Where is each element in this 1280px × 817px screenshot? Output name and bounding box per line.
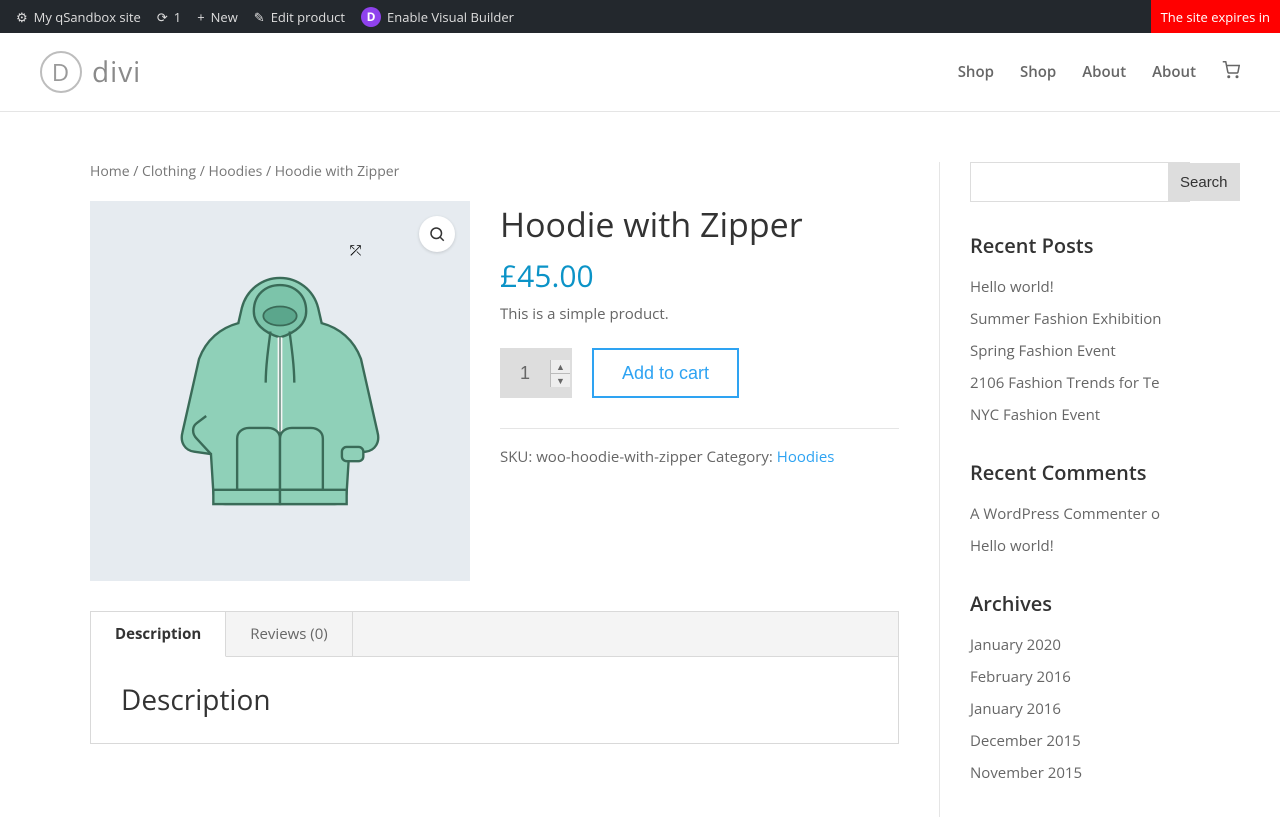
main-nav: Shop Shop About About — [958, 61, 1240, 84]
list-item[interactable]: NYC Fashion Event — [970, 399, 1190, 431]
product-short-desc: This is a simple product. — [500, 304, 899, 324]
zoom-button[interactable] — [419, 216, 455, 252]
product-price: £45.00 — [500, 255, 899, 296]
expire-notice[interactable]: The site expires in — [1151, 0, 1280, 33]
product-meta: SKU: woo-hoodie-with-zipper Category: Ho… — [500, 428, 899, 467]
category-link[interactable]: Hoodies — [777, 447, 835, 467]
list-item[interactable]: Spring Fashion Event — [970, 335, 1190, 367]
nav-about-2[interactable]: About — [1152, 62, 1196, 82]
plus-icon: + — [197, 8, 204, 26]
product-image[interactable]: ⤱ — [90, 201, 470, 581]
admin-edit-product[interactable]: ✎ Edit product — [246, 0, 353, 33]
site-header: D divi Shop Shop About About — [0, 33, 1280, 112]
hoodie-illustration — [160, 266, 400, 516]
tab-panel-description: Description — [91, 657, 898, 743]
admin-new[interactable]: + New — [189, 0, 246, 33]
search-input[interactable] — [971, 163, 1168, 201]
admin-vb-label: Enable Visual Builder — [387, 8, 514, 26]
admin-new-label: New — [211, 8, 238, 26]
admin-visual-builder[interactable]: D Enable Visual Builder — [353, 0, 522, 33]
add-to-cart-button[interactable]: Add to cart — [592, 348, 739, 398]
tab-reviews[interactable]: Reviews (0) — [226, 612, 352, 656]
list-item[interactable]: Summer Fashion Exhibition — [970, 303, 1190, 335]
site-logo[interactable]: D divi — [40, 51, 141, 93]
list-item[interactable]: February 2016 — [970, 661, 1190, 693]
recent-posts-list: Hello world! Summer Fashion Exhibition S… — [970, 271, 1190, 431]
admin-site-name: My qSandbox site — [34, 8, 141, 26]
recent-comments-list: A WordPress Commenter o Hello world! — [970, 498, 1190, 562]
breadcrumb-current: Hoodie with Zipper — [275, 162, 400, 181]
logo-text: divi — [92, 53, 141, 91]
breadcrumb-hoodies[interactable]: Hoodies — [209, 162, 263, 181]
description-heading: Description — [121, 681, 868, 719]
list-item[interactable]: December 2015 — [970, 725, 1190, 757]
list-item[interactable]: 2106 Fashion Trends for Te — [970, 367, 1190, 399]
cursor-pointer-icon: ⤱ — [350, 241, 361, 260]
nav-shop-1[interactable]: Shop — [958, 62, 994, 82]
cat-label: Category: — [703, 447, 777, 467]
divi-icon: D — [361, 7, 381, 27]
expire-notice-text: The site expires in — [1161, 8, 1270, 26]
product-tabs: Description Reviews (0) Description — [90, 611, 899, 744]
sku-value: woo-hoodie-with-zipper — [536, 447, 702, 467]
tab-description[interactable]: Description — [91, 612, 226, 657]
list-item[interactable]: A WordPress Commenter o — [970, 498, 1190, 530]
list-item[interactable]: Hello world! — [970, 530, 1190, 562]
list-item[interactable]: November 2015 — [970, 757, 1190, 789]
recent-comments-title: Recent Comments — [970, 459, 1190, 486]
recent-posts-title: Recent Posts — [970, 232, 1190, 259]
list-item[interactable]: Hello world! — [970, 271, 1190, 303]
product-title: Hoodie with Zipper — [500, 201, 899, 247]
wordpress-icon: ⚙ — [16, 8, 28, 26]
pencil-icon: ✎ — [254, 8, 265, 26]
main-content: Home / Clothing / Hoodies / Hoodie with … — [90, 162, 940, 817]
cart-icon[interactable] — [1222, 61, 1240, 84]
breadcrumb-home[interactable]: Home — [90, 162, 130, 181]
archives-list: January 2020 February 2016 January 2016 … — [970, 629, 1190, 789]
list-item[interactable]: January 2020 — [970, 629, 1190, 661]
qty-down[interactable]: ▼ — [551, 374, 570, 387]
archives-title: Archives — [970, 590, 1190, 617]
wp-admin-bar: ⚙ My qSandbox site ⟳ 1 + New ✎ Edit prod… — [0, 0, 1280, 33]
nav-about-1[interactable]: About — [1082, 62, 1126, 82]
refresh-icon: ⟳ — [157, 8, 168, 26]
breadcrumb: Home / Clothing / Hoodies / Hoodie with … — [90, 162, 899, 181]
nav-shop-2[interactable]: Shop — [1020, 62, 1056, 82]
list-item[interactable]: January 2016 — [970, 693, 1190, 725]
quantity-stepper[interactable]: ▲ ▼ — [500, 348, 572, 398]
magnifier-icon — [428, 225, 446, 243]
sidebar: Search Recent Posts Hello world! Summer … — [970, 162, 1190, 817]
admin-updates[interactable]: ⟳ 1 — [149, 0, 189, 33]
sku-label: SKU: — [500, 447, 536, 467]
admin-site-link[interactable]: ⚙ My qSandbox site — [8, 0, 149, 33]
qty-up[interactable]: ▲ — [551, 360, 570, 374]
admin-updates-count: 1 — [174, 8, 181, 26]
logo-mark: D — [40, 51, 82, 93]
search-widget: Search — [970, 162, 1190, 202]
search-button[interactable]: Search — [1168, 163, 1240, 201]
admin-edit-label: Edit product — [271, 8, 345, 26]
quantity-input[interactable] — [500, 348, 550, 398]
breadcrumb-clothing[interactable]: Clothing — [142, 162, 196, 181]
